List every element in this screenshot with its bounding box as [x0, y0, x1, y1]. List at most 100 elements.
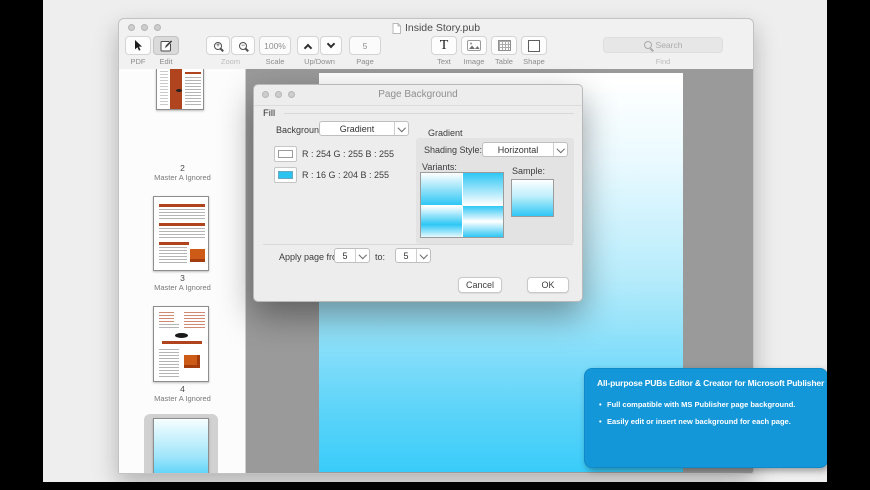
apply-to-label: to:: [375, 252, 386, 262]
gradient-group-panel: Shading Style: Horizontal Variants: Samp…: [416, 138, 574, 244]
edit-compose-icon: [160, 39, 173, 52]
window-titlebar: Inside Story.pub + − 100% 5 T Search PDF…: [119, 19, 753, 70]
zoom-in-button[interactable]: +: [206, 36, 230, 55]
page-thumbnail-3[interactable]: [153, 196, 209, 271]
callout-bullet-1: Full compatible with MS Publisher page b…: [607, 400, 796, 409]
thumbnail-art: [159, 223, 205, 226]
chevron-down-icon: [416, 249, 430, 262]
thumbnail-art: [159, 209, 205, 219]
color2-swatch-button[interactable]: [274, 167, 297, 183]
page-background-dialog: Page Background Fill Background: Gradien…: [253, 84, 583, 302]
variant-option-4[interactable]: [462, 205, 503, 237]
apply-from-dropdown[interactable]: 5: [334, 248, 370, 263]
ok-button[interactable]: OK: [527, 277, 569, 293]
background-dropdown-value: Gradient: [339, 123, 375, 134]
page-down-button[interactable]: [320, 36, 342, 55]
thumbnail-art: [159, 204, 205, 207]
zoom-out-button[interactable]: −: [231, 36, 255, 55]
image-icon: [467, 40, 481, 51]
page-status: Master A Ignored: [154, 173, 211, 182]
chevron-down-icon: [326, 39, 336, 49]
apply-to-dropdown[interactable]: 5: [395, 248, 431, 263]
thumbnail-art: [159, 312, 174, 322]
apply-to-value: 5: [403, 250, 409, 261]
insert-text-button[interactable]: T: [431, 36, 457, 55]
dialog-titlebar: Page Background: [254, 85, 582, 106]
page-status: Master A Ignored: [154, 394, 211, 403]
bullet-icon: •: [599, 400, 602, 409]
gradient-group-label: Gradient: [428, 128, 463, 138]
thumbnail-art: [159, 242, 189, 245]
page-number-field[interactable]: 5: [349, 36, 381, 55]
thumbnail-art: [159, 349, 179, 377]
thumbnail-art: [160, 71, 168, 107]
page-thumbnail-2[interactable]: [156, 69, 204, 110]
pdf-mode-button[interactable]: [125, 36, 151, 55]
callout-title: All-purpose PUBs Editor & Creator for Mi…: [597, 378, 825, 388]
thumbnail-art: [185, 72, 201, 74]
page-thumbnail-4[interactable]: [153, 306, 209, 382]
scale-field[interactable]: 100%: [259, 36, 291, 55]
screenshot-root: Inside Story.pub + − 100% 5 T Search PDF…: [0, 0, 870, 490]
toolbar-label-scale: Scale: [265, 57, 285, 66]
thumbnail-art: [184, 355, 200, 368]
page-status: Master A Ignored: [154, 283, 211, 292]
page-number: 4: [180, 384, 185, 394]
thumbnail-art: [190, 249, 205, 262]
chevron-down-icon: [394, 122, 408, 135]
page-up-button[interactable]: [297, 36, 319, 55]
fill-section-label: Fill: [263, 108, 276, 119]
window-title: Inside Story.pub: [404, 22, 481, 34]
toolbar-label-zoom: Zoom: [220, 57, 241, 66]
apply-from-value: 5: [342, 250, 348, 261]
edit-mode-button[interactable]: [153, 36, 179, 55]
page-thumbnail-5[interactable]: [153, 418, 209, 473]
document-icon: [392, 22, 401, 34]
toolbar-label-table: Table: [495, 57, 513, 66]
variants-label: Variants:: [422, 162, 457, 172]
background-dropdown[interactable]: Gradient: [319, 121, 409, 136]
chevron-down-icon: [553, 143, 567, 156]
insert-shape-button[interactable]: [521, 36, 547, 55]
chevron-down-icon: [355, 249, 369, 262]
toolbar-label-updown: Up/Down: [304, 57, 335, 66]
variant-option-1[interactable]: [421, 173, 462, 205]
bullet-icon: •: [599, 417, 602, 426]
insert-table-button[interactable]: [491, 36, 517, 55]
apply-section-divider: [263, 244, 573, 245]
toolbar-label-page: Page: [356, 57, 374, 66]
thumbnail-art: [176, 89, 182, 92]
toolbar-label-find: Find: [655, 57, 671, 66]
thumbnail-art: [159, 228, 205, 238]
shading-style-dropdown[interactable]: Horizontal: [482, 142, 568, 157]
gradient-sample: [511, 179, 554, 217]
shading-style-label: Shading Style:: [424, 145, 483, 155]
text-icon: T: [439, 37, 449, 53]
toolbar-label-image: Image: [463, 57, 485, 66]
thumbnail-art: [162, 341, 202, 344]
color1-swatch-button[interactable]: [274, 146, 297, 162]
thumbnail-art: [184, 312, 205, 330]
search-input[interactable]: Search: [603, 37, 723, 53]
thumbnail-art: [175, 333, 188, 338]
variant-option-2[interactable]: [462, 173, 503, 205]
callout-bullet-2: Easily edit or insert new background for…: [607, 417, 791, 426]
toolbar-label-edit: Edit: [159, 57, 173, 66]
toolbar-label-text: Text: [437, 57, 451, 66]
dialog-title: Page Background: [378, 89, 458, 100]
promo-callout: All-purpose PUBs Editor & Creator for Mi…: [584, 368, 827, 468]
scale-value: 100%: [264, 40, 286, 51]
gradient-variants-grid: [420, 172, 504, 238]
toolbar-label-shape: Shape: [523, 57, 545, 66]
cursor-arrow-icon: [133, 39, 144, 52]
search-icon: [643, 41, 652, 49]
fill-section-divider: [284, 113, 574, 114]
sample-label: Sample:: [512, 166, 546, 176]
table-icon: [497, 40, 511, 51]
cancel-button[interactable]: Cancel: [458, 277, 502, 293]
zoom-in-icon: +: [214, 41, 222, 50]
variant-option-3[interactable]: [421, 205, 462, 237]
thumbnail-art: [185, 77, 201, 105]
insert-image-button[interactable]: [461, 36, 487, 55]
window-title-row: Inside Story.pub: [119, 21, 753, 35]
